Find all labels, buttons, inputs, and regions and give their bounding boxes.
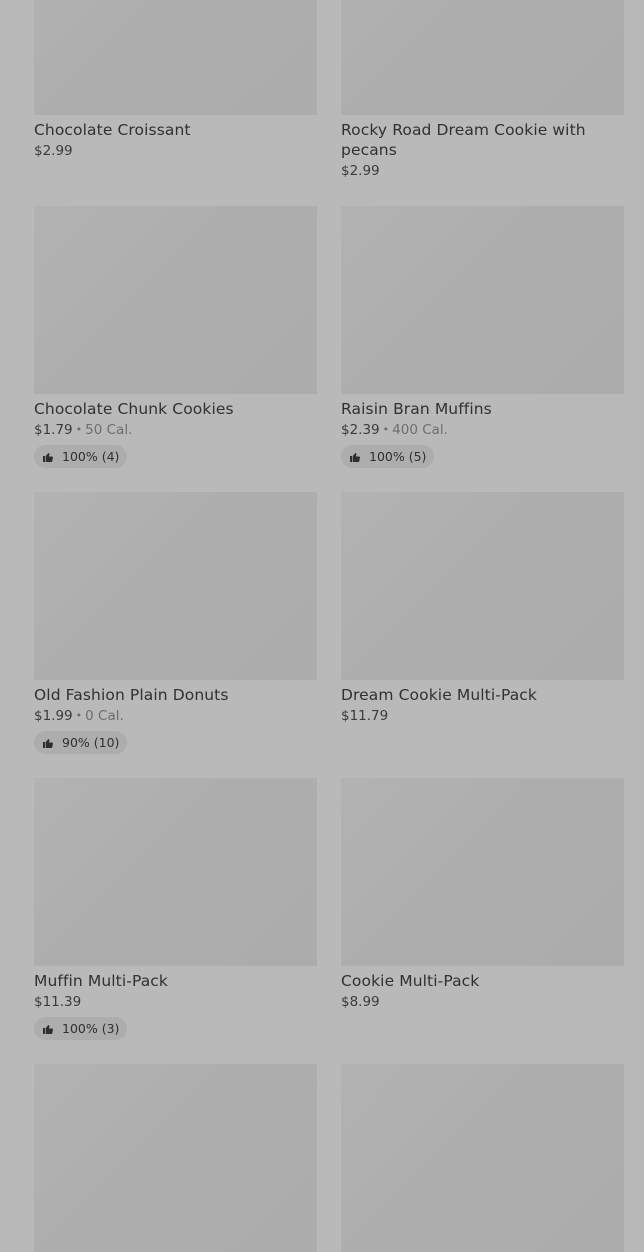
- product-calories: 50 Cal.: [85, 422, 133, 438]
- product-name[interactable]: Muffin Multi-Pack: [34, 971, 317, 991]
- product-image[interactable]: [341, 492, 624, 680]
- product-image[interactable]: [34, 0, 317, 115]
- product-card-partial[interactable]: [341, 1064, 624, 1252]
- product-price: $1.79: [34, 422, 73, 438]
- product-meta: $8.99: [341, 994, 624, 1011]
- product-meta: $2.99: [34, 143, 317, 160]
- product-meta: $11.79: [341, 708, 624, 725]
- product-name[interactable]: Old Fashion Plain Donuts: [34, 685, 317, 705]
- product-image[interactable]: [341, 0, 624, 115]
- product-card-cookie-multi-pack[interactable]: Cookie Multi-Pack $8.99: [341, 778, 624, 1011]
- product-meta: $1.79 • 50 Cal.: [34, 422, 317, 439]
- product-image[interactable]: [34, 206, 317, 394]
- product-calories: 0 Cal.: [85, 708, 124, 724]
- rating-badge: 100% (3): [34, 1017, 128, 1040]
- product-price: $11.39: [34, 994, 82, 1010]
- product-meta: $2.39 • 400 Cal.: [341, 422, 624, 439]
- product-card-dream-cookie-multi-pack[interactable]: Dream Cookie Multi-Pack $11.79: [341, 492, 624, 725]
- product-card-raisin-bran-muffins[interactable]: Raisin Bran Muffins $2.39 • 400 Cal. 100% …: [341, 206, 624, 468]
- product-price: $8.99: [341, 994, 380, 1010]
- product-price: $11.79: [341, 708, 389, 724]
- product-name[interactable]: Raisin Bran Muffins: [341, 399, 624, 419]
- product-price: $1.99: [34, 708, 73, 724]
- product-name[interactable]: Rocky Road Dream Cookie with pecans: [341, 120, 624, 160]
- product-meta: $11.39: [34, 994, 317, 1011]
- product-card-old-fashion-plain-donuts[interactable]: Old Fashion Plain Donuts $1.99 • 0 Cal. 90…: [34, 492, 317, 754]
- rating-text: 90% (10): [62, 735, 120, 750]
- product-image[interactable]: [34, 1064, 317, 1252]
- rating-text: 100% (3): [62, 1021, 120, 1036]
- product-card-chocolate-croissant[interactable]: Chocolate Croissant $2.99: [34, 0, 317, 160]
- separator-dot: •: [75, 423, 83, 436]
- rating-badge: 90% (10): [34, 731, 128, 754]
- rating-text: 100% (4): [62, 449, 120, 464]
- product-calories: 400 Cal.: [392, 422, 448, 438]
- product-card-partial[interactable]: [34, 1064, 317, 1252]
- thumbs-up-icon: [42, 737, 54, 749]
- product-image[interactable]: [341, 778, 624, 966]
- product-price: $2.39: [341, 422, 380, 438]
- separator-dot: •: [75, 709, 83, 722]
- product-meta: $1.99 • 0 Cal.: [34, 708, 317, 725]
- product-price: $2.99: [341, 163, 380, 179]
- thumbs-up-icon: [42, 1023, 54, 1035]
- thumbs-up-icon: [349, 451, 361, 463]
- rating-badge: 100% (5): [341, 445, 435, 468]
- product-image[interactable]: [34, 778, 317, 966]
- rating-text: 100% (5): [369, 449, 427, 464]
- product-name[interactable]: Chocolate Croissant: [34, 120, 317, 140]
- product-image[interactable]: [341, 1064, 624, 1252]
- product-card-muffin-multi-pack[interactable]: Muffin Multi-Pack $11.39 100% (3): [34, 778, 317, 1040]
- product-name[interactable]: Dream Cookie Multi-Pack: [341, 685, 624, 705]
- product-image[interactable]: [341, 206, 624, 394]
- product-card-chocolate-chunk-cookies[interactable]: Chocolate Chunk Cookies $1.79 • 50 Cal. 10…: [34, 206, 317, 468]
- product-name[interactable]: Chocolate Chunk Cookies: [34, 399, 317, 419]
- product-name[interactable]: Cookie Multi-Pack: [341, 971, 624, 991]
- product-image[interactable]: [34, 492, 317, 680]
- separator-dot: •: [382, 423, 390, 436]
- rating-badge: 100% (4): [34, 445, 128, 468]
- product-card-rocky-road-dream-cookie[interactable]: Rocky Road Dream Cookie with pecans $2.9…: [341, 0, 624, 180]
- thumbs-up-icon: [42, 451, 54, 463]
- product-price: $2.99: [34, 143, 73, 159]
- product-meta: $2.99: [341, 163, 624, 180]
